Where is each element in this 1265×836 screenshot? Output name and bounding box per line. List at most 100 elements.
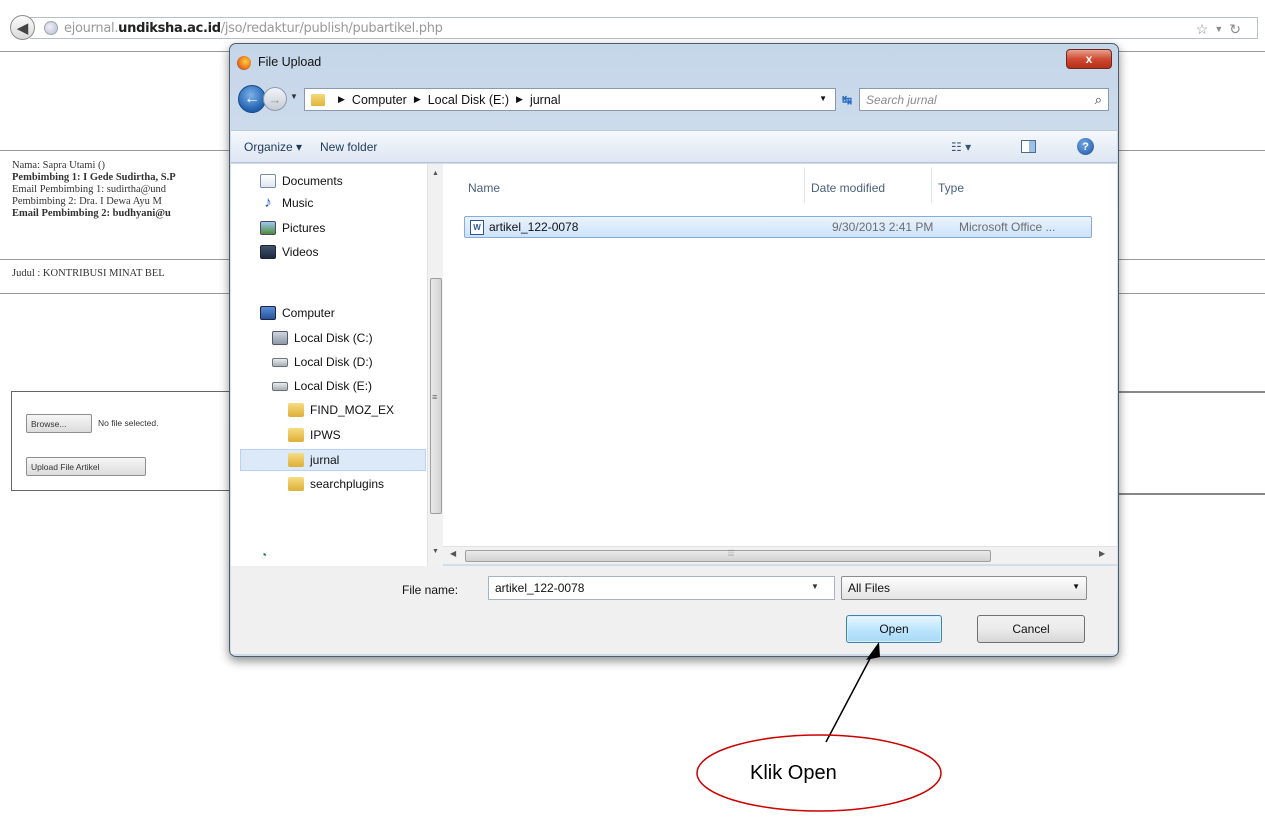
word-document-icon: W	[470, 220, 484, 235]
star-icon[interactable]: ☆	[1196, 21, 1209, 38]
search-icon[interactable]: ⌕	[1095, 92, 1102, 108]
browse-button[interactable]: Browse...	[26, 414, 92, 433]
recent-locations-dropdown[interactable]: ▼	[290, 92, 298, 101]
nav-item-documents[interactable]: Documents	[260, 170, 343, 192]
nav-item-label: FIND_MOZ_EX	[310, 403, 395, 417]
search-placeholder: Search jurnal	[866, 92, 937, 107]
nav-item-local-disk-c[interactable]: Local Disk (C:)	[272, 327, 373, 349]
file-type-select[interactable]: All Files ▼	[841, 576, 1087, 600]
nav-back-button[interactable]: ←	[238, 85, 266, 113]
back-arrow-icon: ←	[244, 90, 260, 107]
nav-item-label: searchplugins	[310, 477, 385, 491]
views-icon[interactable]: ☷ ▾	[951, 140, 971, 154]
help-icon[interactable]: ?	[1077, 138, 1094, 155]
file-type: Microsoft Office ...	[959, 220, 1056, 234]
folder-icon	[288, 453, 304, 467]
callout-arrow-line	[825, 650, 875, 743]
info-line: Email Pembimbing 1: sudirtha@und	[12, 184, 167, 195]
nav-item-searchplugins[interactable]: searchplugins	[288, 473, 384, 495]
nav-item-label: Local Disk (C:)	[294, 331, 373, 345]
folder-icon	[288, 403, 304, 417]
scroll-left-icon[interactable]: ◀	[450, 549, 456, 558]
nav-scrollbar[interactable]: ▲ ≡ ▼	[427, 164, 443, 566]
chevron-right-icon: ▶	[338, 94, 345, 104]
scroll-down-icon[interactable]: ▼	[432, 548, 439, 555]
chevron-right-icon: ▶	[413, 94, 421, 104]
breadcrumb-jurnal[interactable]: jurnal	[530, 93, 561, 107]
network-icon: ◔	[260, 548, 268, 562]
file-hscrollbar[interactable]: ◀ ⦙⦙⦙ ▶	[443, 546, 1117, 564]
videos-icon	[260, 245, 276, 259]
grip-icon: ⦙⦙⦙	[728, 548, 735, 558]
folder-icon	[288, 428, 304, 442]
column-type[interactable]: Type	[938, 181, 964, 195]
article-title: Judul : KONTRIBUSI MINAT BEL	[12, 268, 165, 279]
nav-item-jurnal[interactable]: jurnal	[240, 449, 426, 471]
nav-item-label: Documents	[282, 174, 343, 188]
breadcrumb[interactable]: ▶ Computer ▶ Local Disk (E:) ▶ jurnal ▼	[304, 88, 836, 111]
nav-item-computer[interactable]: Computer	[260, 302, 335, 324]
url-text: ejournal.undiksha.ac.id/jso/redaktur/pub…	[64, 20, 443, 36]
nav-item-videos[interactable]: Videos	[260, 241, 318, 263]
nav-item-label: Local Disk (E:)	[294, 379, 373, 393]
nav-item-label: Local Disk (D:)	[294, 355, 373, 369]
refresh-icon[interactable]: ↻	[1229, 21, 1241, 38]
file-name-field[interactable]: artikel_122-0078	[488, 576, 835, 600]
info-line: Email Pembimbing 2: budhyani@u	[12, 208, 171, 219]
browser-toolbar: ejournal.undiksha.ac.id/jso/redaktur/pub…	[0, 0, 1265, 46]
documents-icon	[260, 174, 276, 188]
dialog-titlebar[interactable]: File Upload x	[230, 44, 1118, 80]
chevron-down-icon[interactable]: ▼	[819, 94, 827, 103]
breadcrumb-local-disk-e[interactable]: Local Disk (E:)	[428, 93, 509, 107]
back-button[interactable]: ◀	[10, 15, 35, 40]
preview-pane-icon[interactable]	[1021, 140, 1036, 153]
nav-item-ipws[interactable]: IPWS	[288, 424, 341, 446]
disk-icon	[272, 381, 288, 391]
scroll-up-icon[interactable]: ▲	[432, 170, 439, 177]
disk-icon	[272, 331, 288, 345]
nav-item-local-disk-d[interactable]: Local Disk (D:)	[272, 351, 373, 373]
new-folder-button[interactable]: New folder	[320, 140, 377, 154]
nav-item-local-disk-e[interactable]: Local Disk (E:)	[272, 375, 372, 397]
dialog-title: File Upload	[258, 55, 322, 69]
refresh-button[interactable]: ↹	[837, 88, 857, 111]
student-info: Nama: Sapra Utami () Pembimbing 1: I Ged…	[12, 160, 176, 220]
nav-item-find-moz-ext[interactable]: FIND_MOZ_EX	[288, 399, 394, 421]
nav-item-label: Videos	[282, 245, 319, 259]
disk-icon	[272, 357, 288, 367]
nav-forward-button[interactable]: →	[263, 87, 287, 111]
column-name[interactable]: Name	[468, 181, 500, 195]
open-button[interactable]: Open	[846, 615, 942, 643]
nav-item-label: IPWS	[310, 428, 341, 442]
file-name: artikel_122-0078	[489, 220, 579, 234]
back-arrow-icon: ◀	[16, 19, 29, 37]
column-divider[interactable]	[804, 167, 805, 203]
nav-item-pictures[interactable]: Pictures	[260, 217, 325, 239]
file-upload-dialog: File Upload x ← → ▼ ▶ Computer ▶ Local D…	[229, 43, 1119, 657]
close-icon: x	[1085, 52, 1093, 66]
folder-icon	[288, 477, 304, 491]
breadcrumb-computer[interactable]: Computer	[352, 93, 407, 107]
nav-item-more: ◔	[260, 544, 282, 566]
address-bar[interactable]: ejournal.undiksha.ac.id/jso/redaktur/pub…	[30, 17, 1258, 39]
column-divider[interactable]	[931, 167, 932, 203]
search-input[interactable]: Search jurnal ⌕	[859, 88, 1109, 111]
dialog-toolbar: Organize ▾ New folder ☷ ▾ ?	[231, 130, 1117, 163]
nav-item-music[interactable]: ♪ Music	[260, 192, 313, 214]
organize-button[interactable]: Organize ▾	[244, 140, 302, 154]
file-hscroll-thumb[interactable]: ⦙⦙⦙	[465, 548, 991, 562]
scroll-right-icon[interactable]: ▶	[1099, 549, 1105, 558]
file-row[interactable]: W artikel_122-0078 9/30/2013 2:41 PM Mic…	[464, 216, 1092, 238]
folder-icon	[311, 93, 325, 106]
cancel-button[interactable]: Cancel	[977, 615, 1085, 643]
navigation-pane: Documents ♪ Music Pictures Videos Comput…	[231, 164, 443, 566]
info-line: Nama: Sapra Utami ()	[12, 160, 106, 171]
close-button[interactable]: x	[1066, 49, 1112, 69]
column-date-modified[interactable]: Date modified	[811, 181, 885, 195]
address-row: ← → ▼ ▶ Computer ▶ Local Disk (E:) ▶ jur…	[230, 83, 1118, 115]
nav-item-label: Computer	[282, 306, 335, 320]
dropdown-icon[interactable]: ▼	[1214, 24, 1223, 34]
firefox-icon	[237, 56, 251, 70]
chevron-down-icon[interactable]: ▼	[811, 582, 819, 591]
upload-article-button[interactable]: Upload File Artikel	[26, 457, 146, 476]
